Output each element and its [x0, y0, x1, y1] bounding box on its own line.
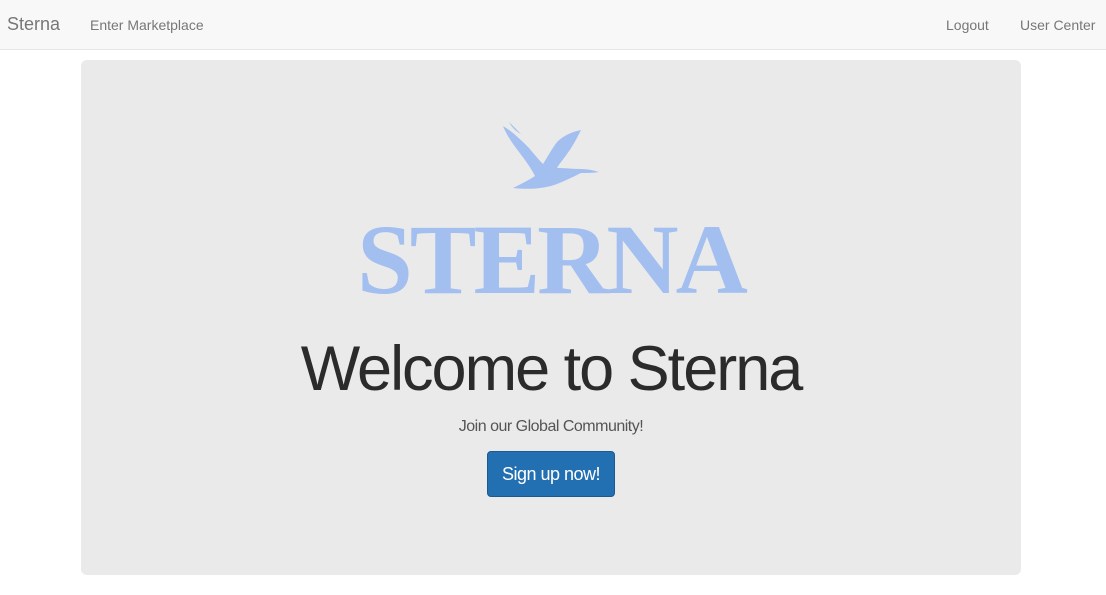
page-title: Welcome to Sterna [300, 334, 804, 404]
navbar-brand[interactable]: Sterna [7, 13, 60, 35]
hero-subtitle: Join our Global Community! [458, 418, 644, 435]
sterna-logo-wordmark: STERNA [357, 204, 748, 315]
logout-link[interactable]: Logout [946, 16, 989, 34]
flying-bird-icon [503, 122, 599, 189]
sign-up-button[interactable]: Sign up now! [487, 451, 615, 497]
top-navbar: Sterna Enter Marketplace Logout User Cen… [0, 0, 1106, 50]
hero-jumbotron: STERNA Welcome to Sterna Join our Global… [81, 60, 1021, 575]
user-center-link[interactable]: User Center [1020, 16, 1095, 34]
enter-marketplace-link[interactable]: Enter Marketplace [90, 16, 204, 34]
